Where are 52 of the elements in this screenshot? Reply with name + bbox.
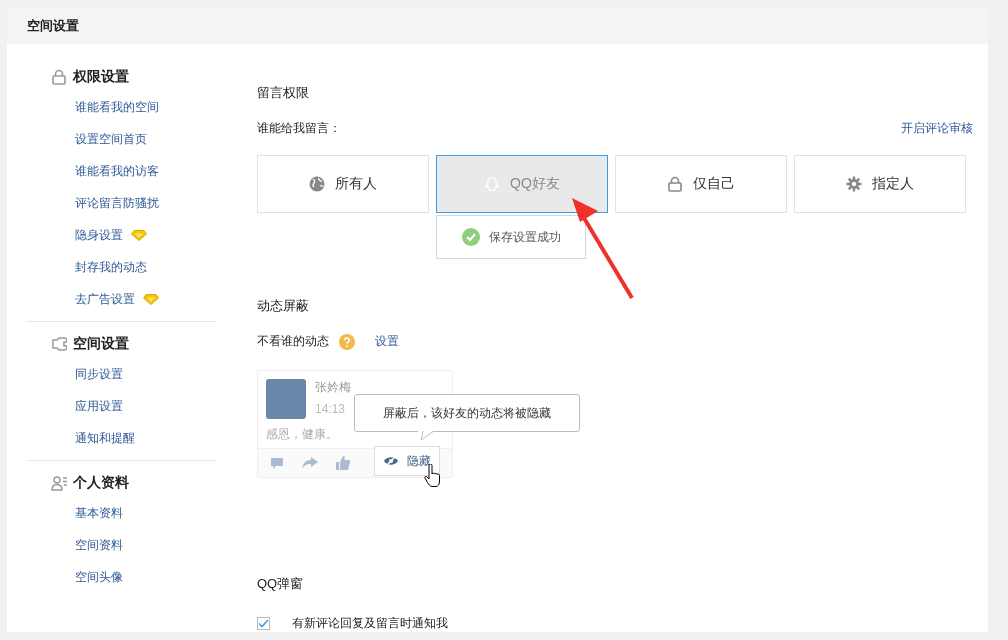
sidebar-link[interactable]: 封存我的动态 — [75, 258, 147, 276]
diamond-icon — [131, 229, 147, 241]
sidebar-link[interactable]: 评论留言防骚扰 — [75, 194, 159, 212]
plug-icon — [51, 336, 67, 352]
sidebar-link[interactable]: 空间资料 — [75, 536, 123, 554]
share-icon — [302, 457, 318, 469]
sidebar-link[interactable]: 基本资料 — [75, 504, 123, 522]
sidebar-link[interactable]: 去广告设置 — [75, 290, 135, 308]
tooltip: 屏蔽后，该好友的动态将被隐藏 — [354, 394, 580, 432]
field-label: 谁能给我留言： — [257, 120, 341, 137]
section-heading: 留言权限 — [257, 84, 310, 102]
thumbs-up-icon — [336, 456, 350, 470]
section-heading: 动态屏蔽 — [257, 297, 310, 315]
check-circle-icon — [461, 228, 480, 246]
toast-text: 保存设置成功 — [488, 228, 561, 246]
settings-link[interactable]: 设置 — [375, 333, 399, 350]
permission-option[interactable]: 指定人 — [794, 155, 966, 213]
person-list-icon — [51, 475, 67, 491]
sidebar-link[interactable]: 谁能看我的访客 — [75, 162, 159, 180]
settings-icon — [846, 176, 862, 192]
sidebar-link[interactable]: 设置空间首页 — [75, 130, 147, 148]
permission-option[interactable]: 仅自己 — [615, 155, 787, 213]
post-text: 感恩，健康。 — [266, 426, 338, 443]
page-title: 空间设置 — [27, 17, 79, 35]
section-heading: QQ弹窗 — [257, 575, 305, 593]
check-icon — [258, 619, 269, 628]
sidebar-link[interactable]: 同步设置 — [75, 365, 123, 383]
tooltip-tail-icon — [418, 430, 434, 441]
comment-icon — [270, 457, 284, 469]
sidebar-link[interactable]: 通知和提醒 — [75, 429, 135, 447]
eye-slash-icon — [383, 456, 399, 466]
help-icon — [339, 333, 355, 350]
sidebar-link[interactable]: 空间头像 — [75, 568, 123, 586]
sidebar-link[interactable]: 应用设置 — [75, 397, 123, 415]
section-title: 空间设置 — [73, 335, 129, 353]
author-name: 张妗梅 — [315, 379, 351, 396]
post-time: 14:13 — [315, 402, 346, 416]
permission-option[interactable]: 所有人 — [257, 155, 429, 213]
checkbox[interactable] — [257, 617, 270, 630]
section-title: 权限设置 — [73, 68, 129, 86]
checkbox-label: 有新评论回复及留言时通知我 — [292, 615, 448, 632]
field-label: 不看谁的动态 — [257, 333, 329, 350]
photo-placeholder — [266, 379, 306, 419]
globe-icon — [309, 176, 325, 192]
sidebar-link[interactable]: 谁能看我的空间 — [75, 98, 159, 116]
sidebar-link[interactable]: 隐身设置 — [75, 226, 123, 244]
lock-icon — [51, 69, 67, 85]
lock-icon — [667, 176, 683, 192]
review-link[interactable]: 开启评论审核 — [901, 120, 973, 137]
hide-button[interactable]: 隐藏 — [374, 446, 440, 476]
section-title: 个人资料 — [73, 474, 129, 492]
diamond-icon — [143, 293, 159, 305]
